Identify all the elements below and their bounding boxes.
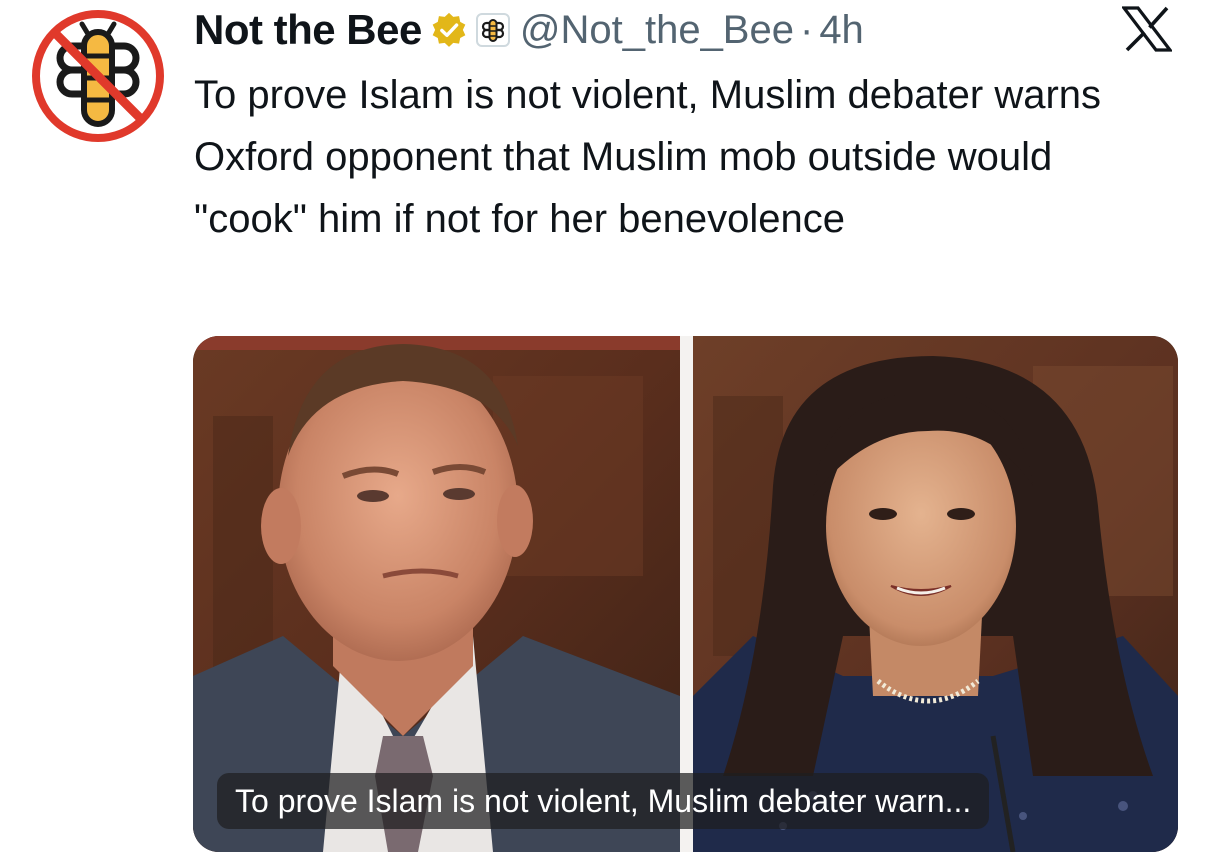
header-separator: · bbox=[799, 7, 814, 52]
tweet-text: To prove Islam is not violent, Muslim de… bbox=[194, 73, 1102, 241]
affiliate-badge[interactable] bbox=[475, 13, 510, 47]
author-display-name[interactable]: Not the Bee bbox=[194, 6, 422, 54]
media-caption: To prove Islam is not violent, Muslim de… bbox=[217, 773, 990, 829]
tweet-card[interactable]: Not the Bee @Not_the_Bee · 4h To prove I… bbox=[0, 0, 1206, 862]
tweet-media[interactable]: To prove Islam is not violent, Muslim de… bbox=[193, 336, 1178, 852]
verified-badge-icon[interactable] bbox=[430, 11, 468, 49]
not-the-bee-logo-icon bbox=[32, 10, 164, 142]
tweet-header: Not the Bee @Not_the_Bee · 4h bbox=[194, 0, 864, 60]
author-avatar[interactable] bbox=[30, 8, 166, 144]
tweet-timestamp[interactable]: 4h bbox=[819, 8, 864, 53]
x-logo-icon[interactable] bbox=[1122, 6, 1172, 52]
bee-affiliate-icon bbox=[481, 19, 504, 42]
author-handle[interactable]: @Not_the_Bee bbox=[520, 8, 794, 53]
